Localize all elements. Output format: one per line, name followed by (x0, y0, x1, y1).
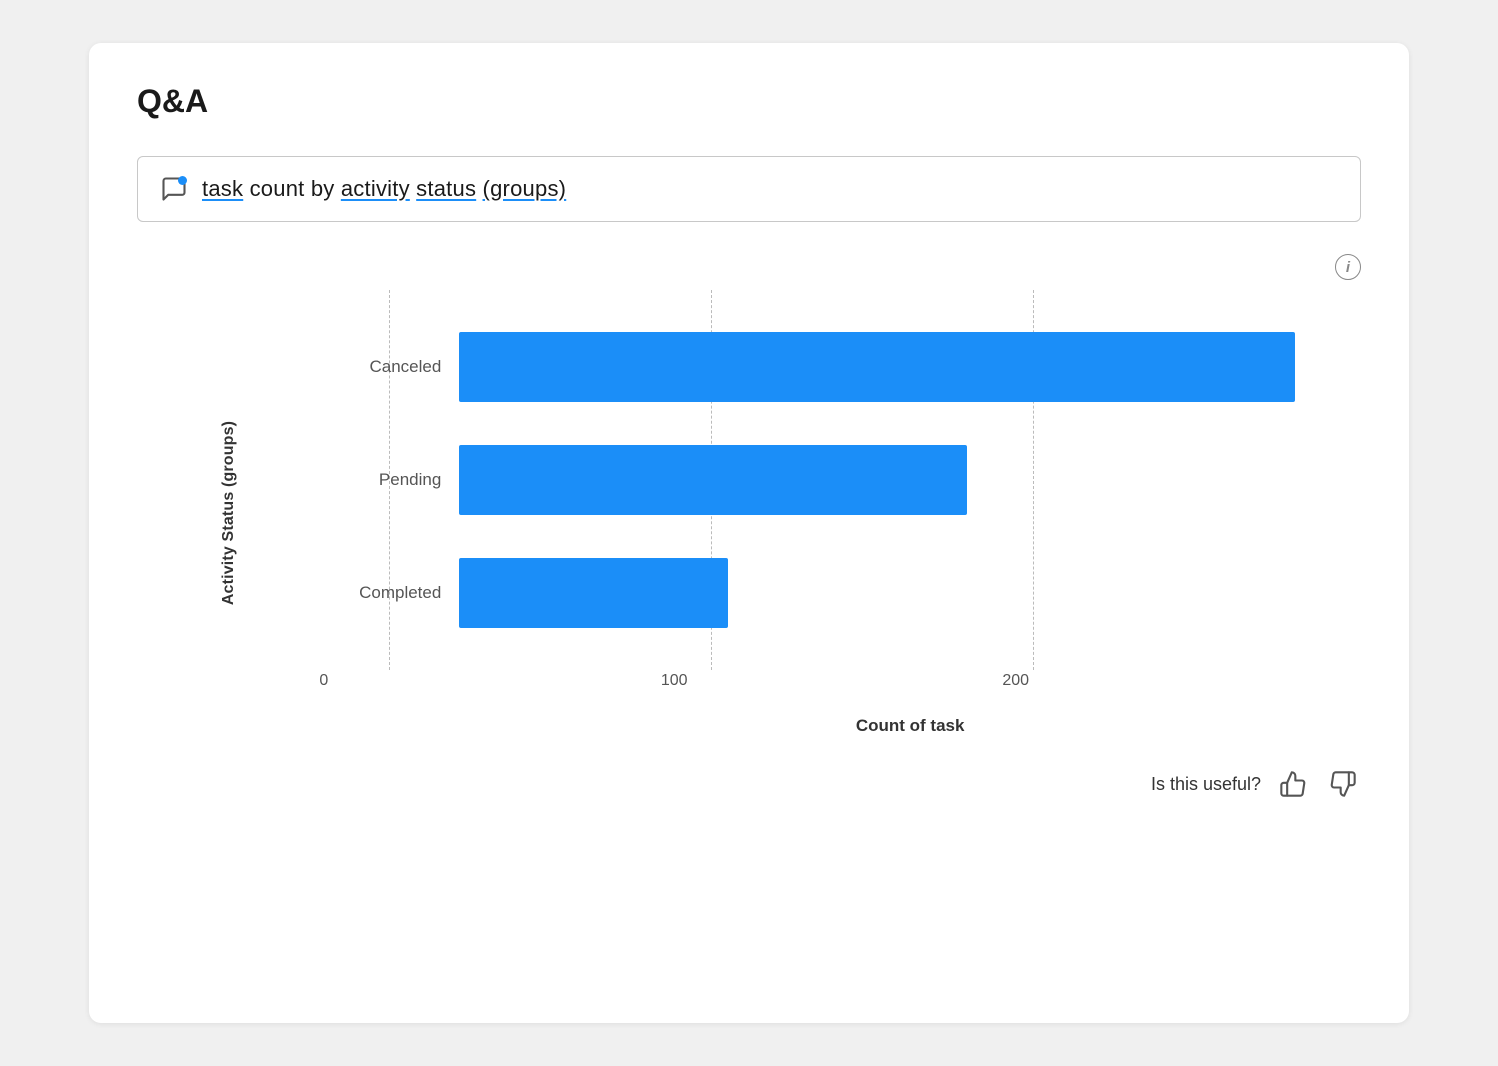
x-ticks-container: 0100200 (329, 672, 1361, 708)
bar-label-2: Completed (329, 583, 459, 603)
query-text: task count by activity status (groups) (202, 176, 566, 202)
y-axis-label-container: Activity Status (groups) (137, 290, 321, 736)
x-tick-0: 0 (319, 672, 328, 690)
chart-inner: CanceledPendingCompleted 0100200 Count o… (329, 290, 1361, 736)
y-axis-label: Activity Status (groups) (220, 421, 238, 605)
bar-label-0: Canceled (329, 357, 459, 377)
x-axis-title: Count of task (329, 716, 1361, 736)
bars-area: Canceled Pending Completed (329, 290, 1361, 670)
info-icon-row: i (137, 254, 1361, 280)
query-dot (178, 176, 187, 185)
query-word-groups: (groups) (483, 176, 567, 201)
thumbs-down-button[interactable] (1325, 766, 1361, 802)
chart-container: Activity Status (groups) Canceled Pending… (137, 290, 1361, 736)
thumbs-up-icon (1279, 770, 1307, 798)
query-box[interactable]: task count by activity status (groups) (137, 156, 1361, 222)
bar-row-pending: Pending (329, 425, 1361, 535)
query-word-status: status (416, 176, 476, 201)
page-title: Q&A (137, 83, 1361, 120)
bar-track-0 (459, 332, 1361, 402)
query-word-activity: activity (341, 176, 410, 201)
bar-track-2 (459, 558, 1361, 628)
bar-row-canceled: Canceled (329, 312, 1361, 422)
useful-label: Is this useful? (1151, 774, 1261, 795)
bar-0 (459, 332, 1295, 402)
x-tick-100: 100 (661, 672, 688, 690)
query-word-task: task (202, 176, 243, 201)
bar-track-1 (459, 445, 1361, 515)
bar-row-completed: Completed (329, 538, 1361, 648)
x-tick-200: 200 (1002, 672, 1029, 690)
bar-label-1: Pending (329, 470, 459, 490)
chart-plot: Canceled Pending Completed (329, 290, 1361, 670)
chat-icon (160, 175, 188, 203)
useful-row: Is this useful? (137, 766, 1361, 802)
thumbs-down-icon (1329, 770, 1357, 798)
info-icon[interactable]: i (1335, 254, 1361, 280)
thumbs-up-button[interactable] (1275, 766, 1311, 802)
bar-2 (459, 558, 728, 628)
card: Q&A task count by activity status (group… (89, 43, 1409, 1023)
bar-1 (459, 445, 966, 515)
